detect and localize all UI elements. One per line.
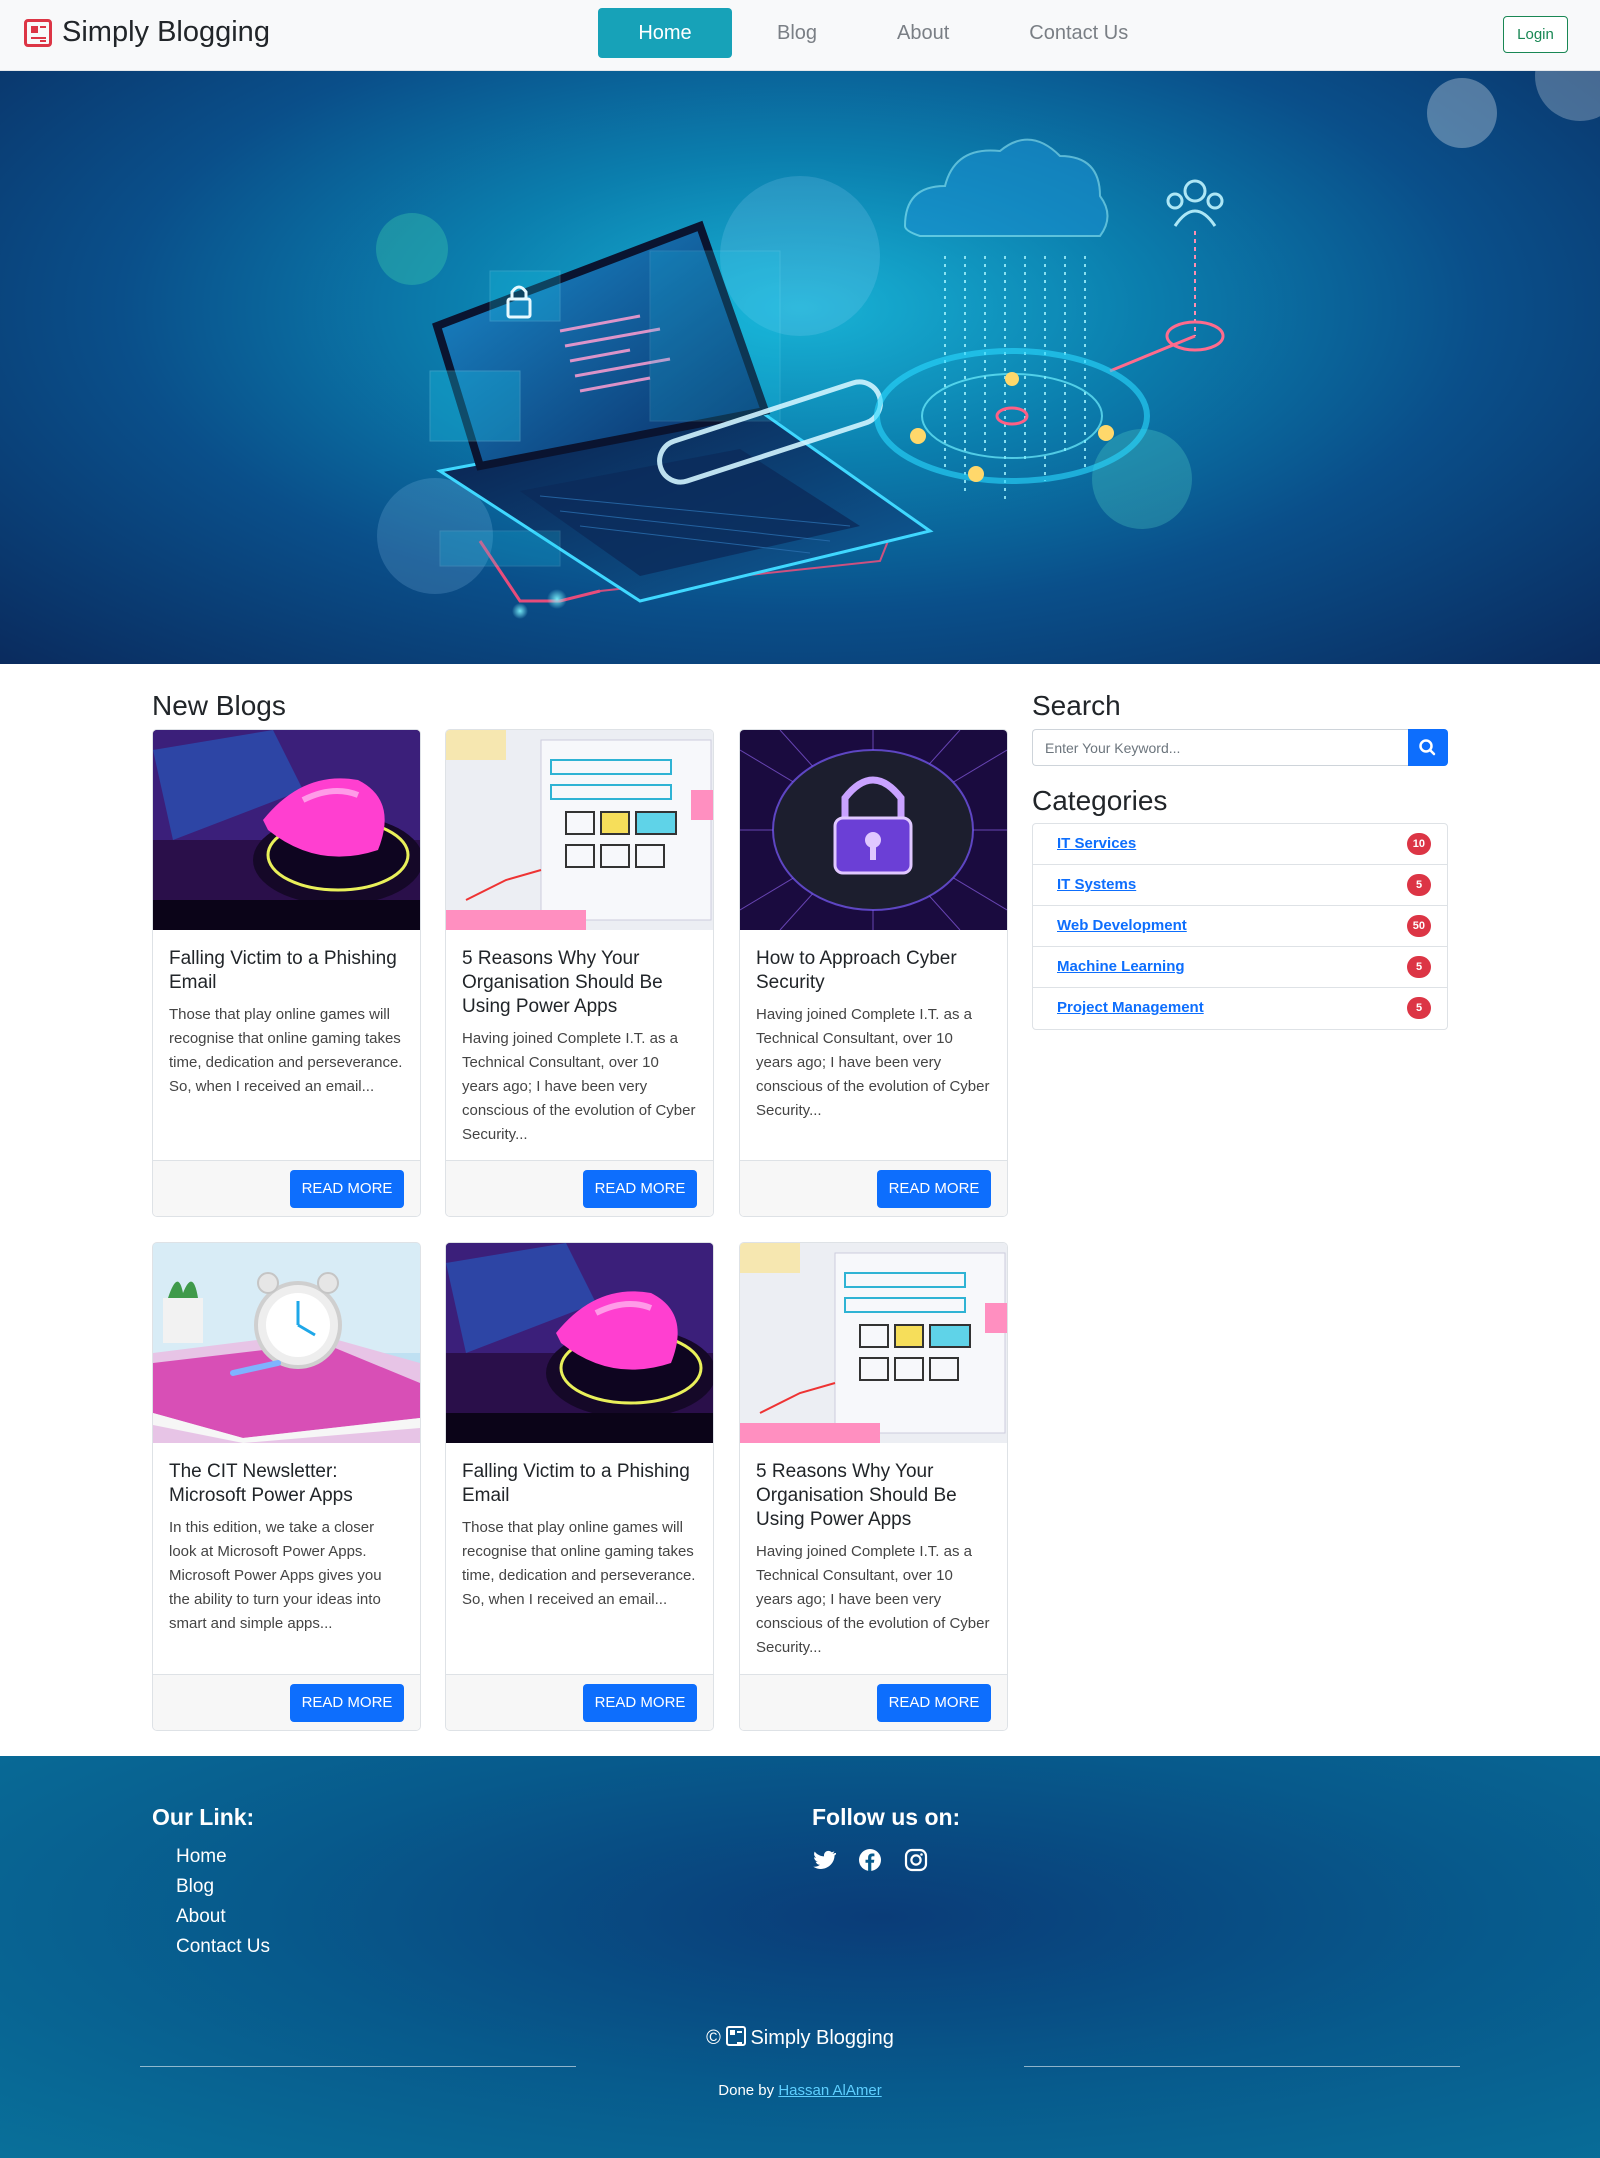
footer-link-home[interactable]: Home <box>176 1842 270 1872</box>
blog-image-wireframe-sketch[interactable] <box>446 730 713 930</box>
nav-home[interactable]: Home <box>598 8 732 58</box>
blog-card: The CIT Newsletter: Microsoft Power Apps… <box>152 1242 421 1731</box>
blog-image-circuit-lock[interactable] <box>740 730 1007 930</box>
card-footer: READ MORE <box>153 1674 420 1730</box>
brand[interactable]: Simply Blogging <box>24 18 270 47</box>
category-link[interactable]: Web Development <box>1057 917 1187 934</box>
category-item: IT Services 10 <box>1033 824 1447 865</box>
blog-excerpt: Those that play online games will recogn… <box>462 1519 696 1608</box>
read-more-button[interactable]: READ MORE <box>583 1684 697 1722</box>
blog-card: 5 Reasons Why Your Organisation Should B… <box>739 1242 1008 1731</box>
blog-excerpt: Having joined Complete I.T. as a Technic… <box>462 1030 696 1143</box>
done-by-label: Done by <box>718 2082 775 2099</box>
credits: Done by Hassan AlAmer <box>0 2082 1600 2099</box>
blog-title[interactable]: Falling Victim to a Phishing Email <box>169 947 404 995</box>
read-more-button[interactable]: READ MORE <box>583 1170 697 1208</box>
footer-link-blog[interactable]: Blog <box>176 1872 270 1902</box>
nav-contact[interactable]: Contact Us <box>989 8 1168 58</box>
category-count-badge: 5 <box>1407 956 1431 978</box>
card-footer: READ MORE <box>153 1160 420 1216</box>
blog-excerpt: In this edition, we take a closer look a… <box>169 1519 382 1632</box>
blog-card: Falling Victim to a Phishing Email Those… <box>152 729 421 1217</box>
blog-title[interactable]: Falling Victim to a Phishing Email <box>462 1460 697 1508</box>
footer-divider-left <box>140 2066 576 2067</box>
brand-name: Simply Blogging <box>62 16 270 48</box>
search-icon <box>1419 739 1436 756</box>
social-links <box>812 1848 928 1872</box>
blog-card: How to Approach Cyber Security Having jo… <box>739 729 1008 1217</box>
category-item: Project Management 5 <box>1033 988 1447 1029</box>
twitter-icon[interactable] <box>812 1848 837 1872</box>
follow-heading: Follow us on: <box>812 1804 961 1830</box>
read-more-button[interactable]: READ MORE <box>877 1170 991 1208</box>
blog-image-alarm-clock[interactable] <box>153 1243 420 1443</box>
search-input[interactable]: Enter Your Keyword... <box>1032 729 1408 766</box>
category-link[interactable]: Machine Learning <box>1057 958 1185 975</box>
footer-links-heading: Our Link: <box>152 1804 255 1830</box>
footer-links: Home Blog About Contact Us <box>176 1842 270 1962</box>
category-item: Web Development 50 <box>1033 906 1447 947</box>
category-item: Machine Learning 5 <box>1033 947 1447 988</box>
blog-card: 5 Reasons Why Your Organisation Should B… <box>445 729 714 1217</box>
main-nav: Home Blog About Contact Us <box>598 8 1168 58</box>
blog-excerpt: Those that play online games will recogn… <box>169 1006 403 1095</box>
facebook-icon[interactable] <box>858 1848 882 1872</box>
copyright: © Simply Blogging <box>0 2026 1600 2050</box>
blog-title[interactable]: 5 Reasons Why Your Organisation Should B… <box>462 947 697 1019</box>
login-button[interactable]: Login <box>1503 16 1568 53</box>
category-link[interactable]: IT Services <box>1057 835 1136 852</box>
hero-banner <box>0 71 1600 664</box>
card-footer: READ MORE <box>740 1160 1007 1216</box>
search-button[interactable] <box>1408 729 1448 766</box>
read-more-button[interactable]: READ MORE <box>290 1684 404 1722</box>
categories-heading: Categories <box>1032 785 1168 816</box>
search-form: Enter Your Keyword... <box>1032 729 1448 766</box>
newspaper-icon <box>24 18 52 47</box>
footer-link-contact[interactable]: Contact Us <box>176 1932 270 1962</box>
category-item: IT Systems 5 <box>1033 865 1447 906</box>
category-count-badge: 5 <box>1407 874 1431 896</box>
newspaper-icon <box>726 2026 747 2046</box>
category-count-badge: 50 <box>1406 915 1431 937</box>
read-more-button[interactable]: READ MORE <box>290 1170 404 1208</box>
blog-excerpt: Having joined Complete I.T. as a Technic… <box>756 1006 990 1119</box>
blog-image-wireframe-sketch[interactable] <box>740 1243 1007 1443</box>
blog-title[interactable]: The CIT Newsletter: Microsoft Power Apps <box>169 1460 404 1508</box>
navbar: Simply Blogging Home Blog About Contact … <box>0 0 1600 71</box>
category-link[interactable]: Project Management <box>1057 999 1204 1016</box>
search-heading: Search <box>1032 690 1121 721</box>
copyright-brand: Simply Blogging <box>750 2027 894 2049</box>
blog-excerpt: Having joined Complete I.T. as a Technic… <box>756 1543 990 1656</box>
nav-blog[interactable]: Blog <box>737 8 857 58</box>
nav-about[interactable]: About <box>857 8 989 58</box>
blog-title[interactable]: 5 Reasons Why Your Organisation Should B… <box>756 1460 991 1532</box>
hero-illustration <box>376 71 1600 619</box>
read-more-button[interactable]: READ MORE <box>877 1684 991 1722</box>
new-blogs-heading: New Blogs <box>152 690 286 721</box>
footer: Our Link: Home Blog About Contact Us Fol… <box>0 1756 1600 2158</box>
blog-title[interactable]: How to Approach Cyber Security <box>756 947 991 995</box>
blog-image-gaming-mouse[interactable] <box>153 730 420 930</box>
blog-image-gaming-mouse[interactable] <box>446 1243 713 1443</box>
instagram-icon[interactable] <box>904 1848 928 1872</box>
category-count-badge: 10 <box>1406 833 1431 855</box>
category-count-badge: 5 <box>1407 997 1431 1019</box>
categories-list: IT Services 10 IT Systems 5 Web Developm… <box>1032 823 1448 1030</box>
blog-card: Falling Victim to a Phishing Email Those… <box>445 1242 714 1731</box>
copyright-symbol: © <box>706 2027 721 2049</box>
card-footer: READ MORE <box>446 1160 713 1216</box>
card-footer: READ MORE <box>446 1674 713 1730</box>
footer-divider-right <box>1024 2066 1460 2067</box>
category-link[interactable]: IT Systems <box>1057 876 1136 893</box>
footer-link-about[interactable]: About <box>176 1902 270 1932</box>
author-link[interactable]: Hassan AlAmer <box>778 2082 881 2099</box>
card-footer: READ MORE <box>740 1674 1007 1730</box>
